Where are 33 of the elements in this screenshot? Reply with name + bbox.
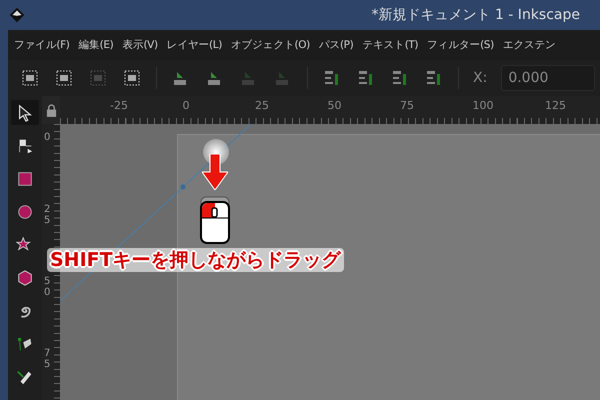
ruler-label: 75 <box>400 99 414 112</box>
lock-icon[interactable] <box>46 104 56 116</box>
toolbar-icon[interactable] <box>20 68 40 88</box>
ruler-label: -25 <box>110 99 128 112</box>
toolbar-icon[interactable] <box>122 68 142 88</box>
ruler-label: 125 <box>545 99 566 112</box>
toolbar-icon[interactable] <box>54 68 74 88</box>
down-arrow-icon <box>202 154 228 190</box>
square-icon <box>16 170 34 188</box>
ruler-label: 50 <box>328 99 342 112</box>
x-coordinate-field[interactable]: 0.000 <box>501 65 596 91</box>
menu-item[interactable]: テキスト(T) <box>362 38 418 52</box>
menu-item[interactable]: エクステン <box>502 38 556 52</box>
ruler-label: 100 <box>472 99 494 112</box>
menu-item[interactable]: 編集(E) <box>78 38 114 52</box>
ruler-label: 0 <box>182 99 190 112</box>
menu-item[interactable]: フィルター(S) <box>427 38 494 52</box>
mouse-icon <box>200 196 230 244</box>
annotation-text: SHIFTキーを押しながらドラッグ <box>47 248 344 272</box>
pointer-arrow-icon <box>16 104 34 122</box>
window-title: *新規ドキュメント 1 - Inkscape <box>372 6 580 24</box>
circle-icon <box>16 202 34 220</box>
menu-item[interactable]: ファイル(F) <box>14 38 70 52</box>
menu-item[interactable]: オブジェクト(O) <box>230 38 310 52</box>
pen-icon <box>16 334 34 352</box>
menu-item[interactable]: 表示(V) <box>122 38 158 52</box>
node-tool-icon <box>16 136 34 154</box>
tool-button[interactable] <box>11 100 39 125</box>
menu-item[interactable]: レイヤー(L) <box>166 38 222 52</box>
ruler-label: 25 <box>255 99 269 112</box>
menu-item[interactable]: パス(P) <box>318 38 354 52</box>
app-logo-icon <box>8 6 26 24</box>
x-coordinate-label: X: <box>473 70 488 86</box>
